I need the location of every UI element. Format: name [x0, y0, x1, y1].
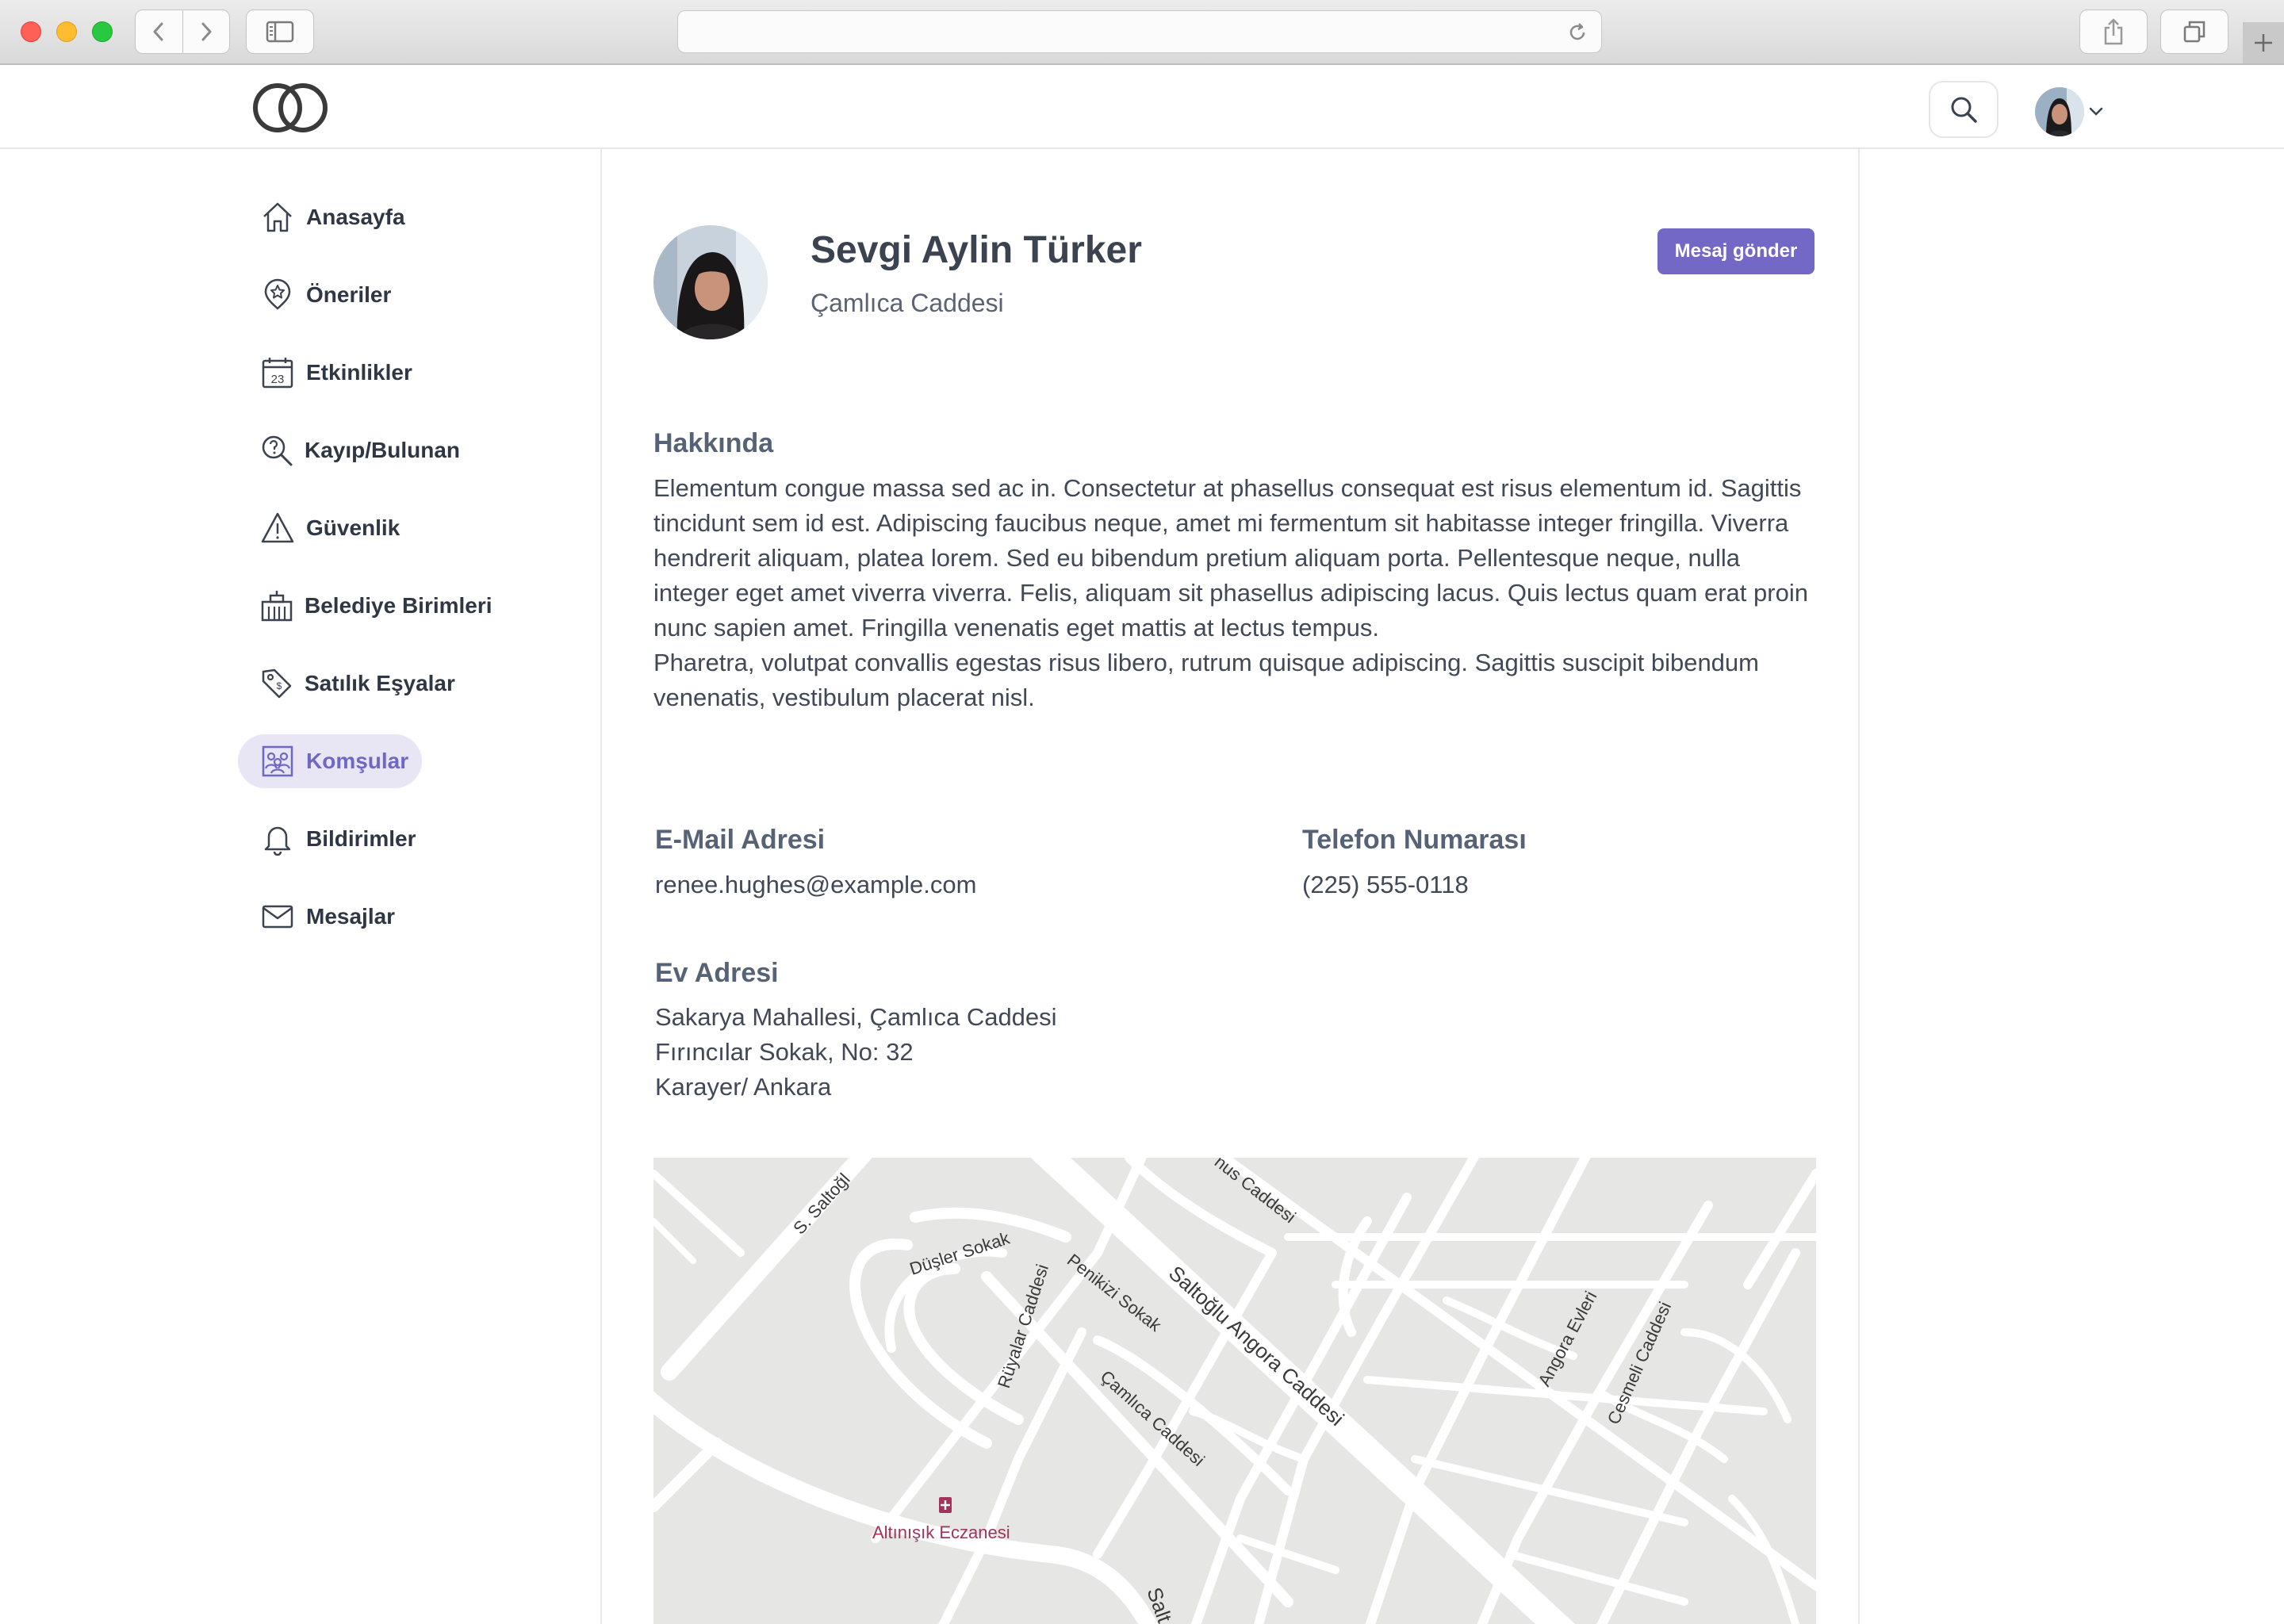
show-tabs-button[interactable] [2160, 10, 2228, 54]
avatar [2035, 87, 2084, 136]
building-icon [260, 588, 293, 623]
svg-text:$: $ [277, 680, 282, 691]
calendar-icon: 23 [260, 355, 295, 390]
chevron-down-icon [2089, 107, 2103, 116]
warning-icon [260, 511, 295, 546]
close-window-button[interactable] [21, 21, 41, 42]
history-navigation [135, 10, 230, 54]
sidebar-item-label: Etkinlikler [306, 360, 412, 385]
sidebar-item-belediye-birimleri[interactable]: Belediye Birimleri [238, 579, 492, 633]
sidebar-item-komsular[interactable]: Komşular [238, 734, 422, 788]
sidebar-item-oneriler[interactable]: Öneriler [238, 268, 422, 322]
about-text: Elementum congue massa sed ac in. Consec… [653, 471, 1819, 715]
address-line: Karayer/ Ankara [655, 1073, 832, 1101]
about-title: Hakkında [653, 428, 774, 458]
browser-toolbar [0, 0, 2284, 65]
search-icon [1951, 97, 1977, 123]
tabs-icon [2183, 21, 2205, 43]
new-tab-button[interactable] [2243, 22, 2284, 63]
sidebar-item-label: Komşular [306, 749, 409, 773]
neighbors-icon [260, 744, 295, 779]
chevron-right-icon [201, 22, 212, 41]
sidebar-item-mesajlar[interactable]: Mesajlar [238, 890, 422, 944]
map-label: Angora Evleri [1534, 1288, 1600, 1389]
sidebar-item-label: Öneriler [306, 282, 392, 307]
sidebar-icon [266, 21, 294, 43]
calendar-day: 23 [271, 373, 285, 386]
home-icon [260, 200, 295, 235]
sidebar-item-guvenlik[interactable]: Güvenlik [238, 501, 422, 555]
forward-button[interactable] [182, 10, 230, 53]
profile-street: Çamlıca Caddesi [811, 289, 1004, 317]
tag-icon: $ [260, 666, 293, 701]
sidebar-toggle-button[interactable] [246, 10, 314, 54]
about-paragraph: Pharetra, volutpat convallis egestas ris… [653, 649, 1759, 711]
address-value: Sakarya Mahallesi, Çamlıca Caddesi Fırın… [655, 1000, 1057, 1105]
send-message-button[interactable]: Mesaj gönder [1657, 228, 1815, 274]
search-button[interactable] [1929, 81, 1998, 138]
phone-title: Telefon Numarası [1302, 825, 1527, 855]
share-button[interactable] [2079, 10, 2148, 54]
sidebar-item-label: Mesajlar [306, 904, 396, 929]
sidebar-item-label: Kayıp/Bulunan [305, 438, 461, 462]
share-icon [2104, 18, 2123, 45]
about-paragraph: Elementum congue massa sed ac in. Consec… [653, 474, 1808, 642]
sidebar-item-etkinlikler[interactable]: 23 Etkinlikler [238, 346, 422, 400]
plus-icon [2255, 34, 2272, 52]
back-button[interactable] [136, 10, 182, 53]
map-label: nus Caddesi [1211, 1158, 1300, 1227]
sidebar-item-satilik-esyalar[interactable]: $ Satılık Eşyalar [238, 657, 455, 710]
map-roads: S. Saltoğl nus Caddesi Düşler Sokak Rüya… [653, 1158, 1816, 1624]
map-label: S. Saltoğl [789, 1170, 854, 1239]
profile-name: Sevgi Aylin Türker [811, 229, 1142, 271]
search-question-icon [260, 433, 293, 468]
bell-icon [260, 822, 295, 856]
star-pin-icon [260, 278, 295, 312]
address-title: Ev Adresi [655, 958, 779, 988]
address-bar[interactable] [677, 10, 1602, 53]
phone-value[interactable]: (225) 555-0118 [1302, 868, 1469, 902]
content-divider-right [1858, 149, 1860, 1624]
address-line: Sakarya Mahallesi, Çamlıca Caddesi [655, 1003, 1057, 1031]
pharmacy-icon[interactable] [939, 1497, 952, 1513]
email-value[interactable]: renee.hughes@example.com [655, 868, 976, 902]
content-divider-left [600, 149, 602, 1624]
sidebar-item-label: Belediye Birimleri [305, 593, 492, 618]
sidebar-item-label: Bildirimler [306, 826, 416, 851]
maximize-window-button[interactable] [92, 21, 113, 42]
intersecting-rings-logo-icon [253, 83, 328, 132]
sidebar-item-kayip-bulunan[interactable]: Kayıp/Bulunan [238, 423, 460, 477]
profile-avatar [653, 225, 768, 339]
sidebar-item-label: Güvenlik [306, 515, 400, 540]
user-menu[interactable] [2035, 87, 2103, 136]
logo[interactable] [252, 81, 328, 139]
email-title: E-Mail Adresi [655, 825, 826, 855]
sidebar-item-anasayfa[interactable]: Anasayfa [238, 190, 422, 244]
location-map[interactable]: S. Saltoğl nus Caddesi Düşler Sokak Rüya… [653, 1158, 1816, 1624]
minimize-window-button[interactable] [56, 21, 77, 42]
mail-icon [260, 899, 295, 934]
chevron-left-icon [153, 22, 163, 41]
sidebar-item-label: Satılık Eşyalar [305, 671, 455, 695]
sidebar-item-label: Anasayfa [306, 205, 405, 229]
pharmacy-label: Altınışık Eczanesi [872, 1522, 1010, 1542]
sidebar-nav: Anasayfa Öneriler 23 Etkinlikler Kayıp/B… [238, 190, 579, 967]
reload-icon[interactable] [1566, 21, 1588, 44]
app-header [0, 67, 2284, 149]
address-line: Fırıncılar Sokak, No: 32 [655, 1038, 914, 1066]
sidebar-item-bildirimler[interactable]: Bildirimler [238, 812, 422, 866]
